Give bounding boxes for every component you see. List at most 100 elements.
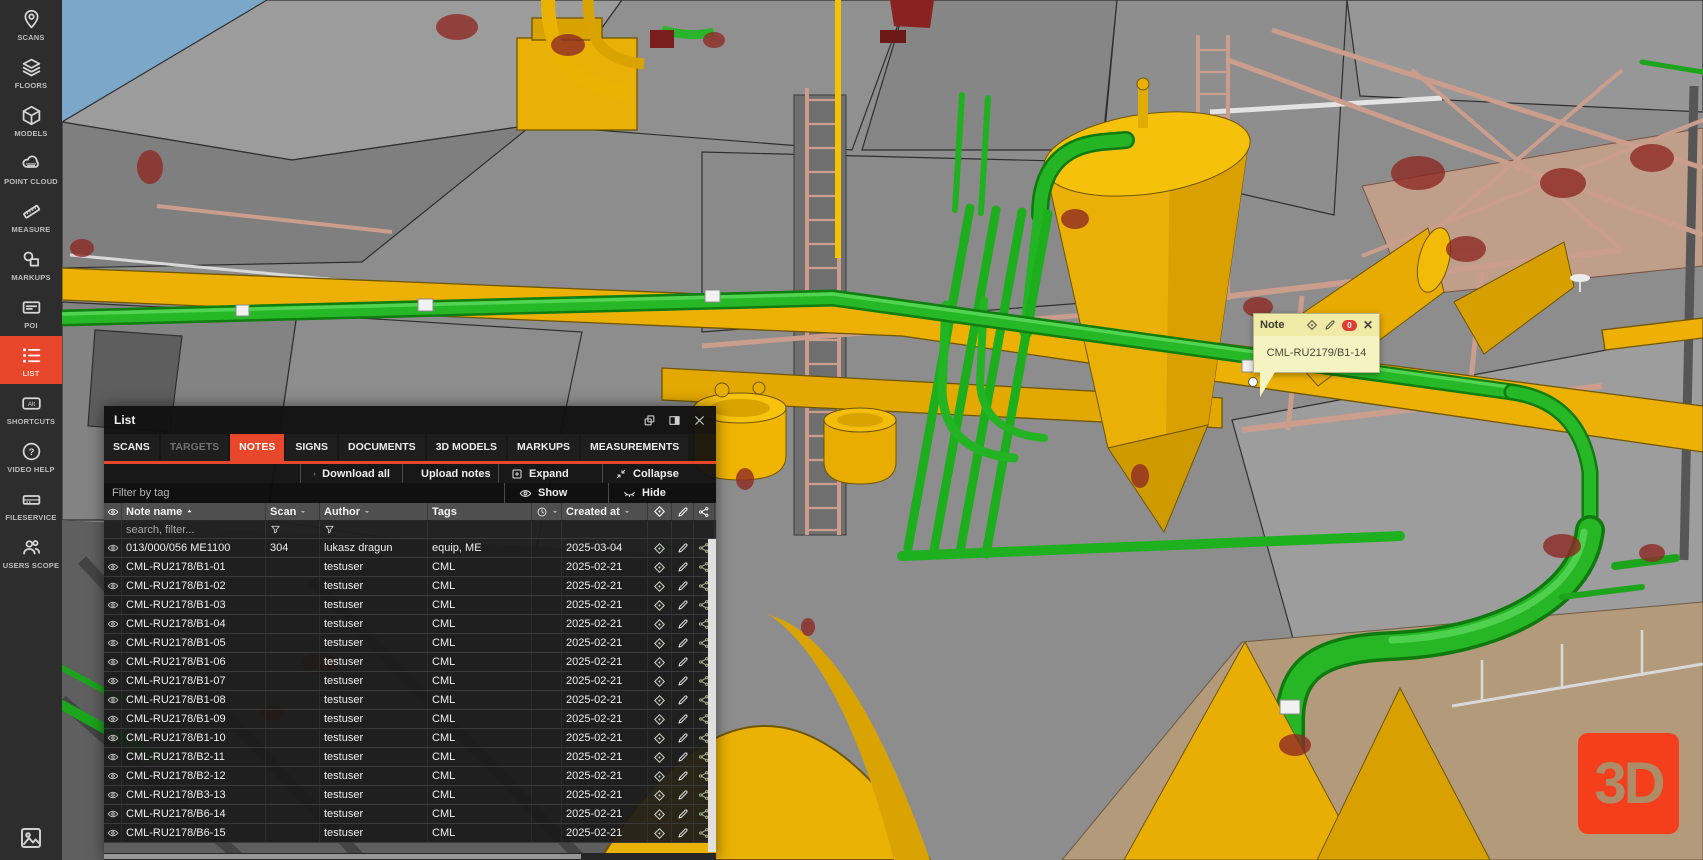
table-row[interactable]: CML-RU2178/B3-13 testuser CML 2025-02-21 xyxy=(104,786,716,805)
tab-3d-models[interactable]: 3D MODELS xyxy=(427,434,506,461)
eye-icon[interactable] xyxy=(107,675,119,687)
edit-pencil-icon[interactable] xyxy=(677,542,689,554)
expand-button[interactable]: Expand xyxy=(498,464,602,483)
eye-icon[interactable] xyxy=(107,694,119,706)
table-row[interactable]: CML-RU2178/B6-15 testuser CML 2025-02-21 xyxy=(104,824,716,843)
table-row[interactable]: CML-RU2178/B1-10 testuser CML 2025-02-21 xyxy=(104,729,716,748)
locate-target-icon[interactable] xyxy=(653,808,666,821)
search-input[interactable] xyxy=(126,524,261,536)
locate-target-icon[interactable] xyxy=(653,618,666,631)
column-tags[interactable]: Tags xyxy=(428,503,532,520)
locate-target-icon[interactable] xyxy=(653,713,666,726)
show-button[interactable]: Show xyxy=(504,483,608,503)
eye-icon[interactable] xyxy=(107,732,119,744)
tag-filter-input[interactable] xyxy=(104,483,504,503)
table-row[interactable]: CML-RU2178/B1-03 testuser CML 2025-02-21 xyxy=(104,596,716,615)
edit-pencil-icon[interactable] xyxy=(677,789,689,801)
sidebar-item-markups[interactable]: MARKUPS xyxy=(0,240,62,288)
edit-pencil-icon[interactable] xyxy=(677,694,689,706)
edit-pencil-icon[interactable] xyxy=(677,656,689,668)
hide-button[interactable]: Hide xyxy=(608,483,716,503)
locate-target-icon[interactable] xyxy=(653,770,666,783)
edit-pencil-icon[interactable] xyxy=(677,618,689,630)
column-locate[interactable] xyxy=(648,503,672,520)
locate-target-icon[interactable] xyxy=(653,827,666,840)
restore-icon[interactable] xyxy=(643,414,656,427)
column-edit[interactable] xyxy=(672,503,694,520)
column-note-name[interactable]: Note name xyxy=(122,503,266,520)
locate-target-icon[interactable] xyxy=(653,542,666,555)
edit-pencil-icon[interactable] xyxy=(677,732,689,744)
tab-markups[interactable]: MARKUPS xyxy=(508,434,579,461)
tab-measurements[interactable]: MEASUREMENTS xyxy=(581,434,688,461)
locate-target-icon[interactable] xyxy=(653,789,666,802)
locate-target-icon[interactable] xyxy=(653,599,666,612)
edit-pencil-icon[interactable] xyxy=(677,637,689,649)
sidebar-item-models[interactable]: MODELS xyxy=(0,96,62,144)
sidebar-item-point-cloud[interactable]: POINT CLOUD xyxy=(0,144,62,192)
locate-target-icon[interactable] xyxy=(653,694,666,707)
tab-signs[interactable]: SIGNS xyxy=(286,434,337,461)
panel-title-bar[interactable]: List xyxy=(104,406,716,434)
eye-icon[interactable] xyxy=(107,751,119,763)
table-row[interactable]: CML-RU2178/B1-02 testuser CML 2025-02-21 xyxy=(104,577,716,596)
eye-icon[interactable] xyxy=(107,618,119,630)
sidebar-bottom[interactable] xyxy=(0,826,62,850)
locate-target-icon[interactable] xyxy=(653,580,666,593)
eye-icon[interactable] xyxy=(107,789,119,801)
edit-pencil-icon[interactable] xyxy=(677,713,689,725)
locate-target-icon[interactable] xyxy=(1306,319,1318,331)
image-icon[interactable] xyxy=(19,826,43,850)
collapse-button[interactable]: Collapse xyxy=(602,464,716,483)
tab-scans[interactable]: SCANS xyxy=(104,434,159,461)
sidebar-item-shortcuts[interactable]: SHORTCUTS xyxy=(0,384,62,432)
locate-target-icon[interactable] xyxy=(653,751,666,764)
eye-icon[interactable] xyxy=(107,561,119,573)
column-author[interactable]: Author xyxy=(320,503,428,520)
table-row[interactable]: CML-RU2178/B1-07 testuser CML 2025-02-21 xyxy=(104,672,716,691)
sidebar-item-poi[interactable]: POI xyxy=(0,288,62,336)
sidebar-item-video-help[interactable]: VIDEO HELP xyxy=(0,432,62,480)
locate-target-icon[interactable] xyxy=(653,675,666,688)
eye-icon[interactable] xyxy=(107,808,119,820)
filter-funnel-icon[interactable] xyxy=(324,524,335,535)
split-icon[interactable] xyxy=(668,414,681,427)
table-row[interactable]: CML-RU2178/B1-05 testuser CML 2025-02-21 xyxy=(104,634,716,653)
table-row[interactable]: CML-RU2178/B1-06 testuser CML 2025-02-21 xyxy=(104,653,716,672)
column-share[interactable] xyxy=(694,503,715,520)
table-row[interactable]: CML-RU2178/B6-14 testuser CML 2025-02-21 xyxy=(104,805,716,824)
sidebar-item-floors[interactable]: FLOORS xyxy=(0,48,62,96)
table-row[interactable]: CML-RU2178/B1-08 testuser CML 2025-02-21 xyxy=(104,691,716,710)
eye-icon[interactable] xyxy=(107,637,119,649)
eye-icon[interactable] xyxy=(107,770,119,782)
eye-icon[interactable] xyxy=(107,713,119,725)
column-created-at[interactable]: Created at xyxy=(562,503,648,520)
table-row[interactable]: CML-RU2178/B1-01 testuser CML 2025-02-21 xyxy=(104,558,716,577)
sidebar-item-list[interactable]: LIST xyxy=(0,336,62,384)
horizontal-scrollbar[interactable] xyxy=(104,853,716,860)
tab-documents[interactable]: DOCUMENTS xyxy=(339,434,425,461)
locate-target-icon[interactable] xyxy=(653,637,666,650)
locate-target-icon[interactable] xyxy=(653,656,666,669)
eye-icon[interactable] xyxy=(107,827,119,839)
tab-notes[interactable]: NOTES xyxy=(230,434,284,461)
edit-pencil-icon[interactable] xyxy=(1324,319,1336,331)
edit-pencil-icon[interactable] xyxy=(677,675,689,687)
scrollbar-thumb[interactable] xyxy=(104,854,581,859)
note-attachment-badge[interactable]: 0 xyxy=(1342,320,1357,331)
edit-pencil-icon[interactable] xyxy=(677,599,689,611)
sidebar-item-scans[interactable]: SCANS xyxy=(0,0,62,48)
upload-notes-button[interactable]: Upload notes xyxy=(402,464,498,483)
download-all-button[interactable]: Download all xyxy=(300,464,402,483)
edit-pencil-icon[interactable] xyxy=(677,827,689,839)
edit-pencil-icon[interactable] xyxy=(677,808,689,820)
sidebar-item-users-scope[interactable]: USERS SCOPE xyxy=(0,528,62,576)
locate-target-icon[interactable] xyxy=(653,561,666,574)
edit-pencil-icon[interactable] xyxy=(677,770,689,782)
table-row[interactable]: 013/000/056 ME1100 304 lukasz dragun equ… xyxy=(104,539,716,558)
tab-targets[interactable]: TARGETS xyxy=(161,434,228,461)
close-icon[interactable] xyxy=(693,414,706,427)
eye-icon[interactable] xyxy=(107,580,119,592)
eye-icon[interactable] xyxy=(107,599,119,611)
filter-funnel-icon[interactable] xyxy=(270,524,281,535)
